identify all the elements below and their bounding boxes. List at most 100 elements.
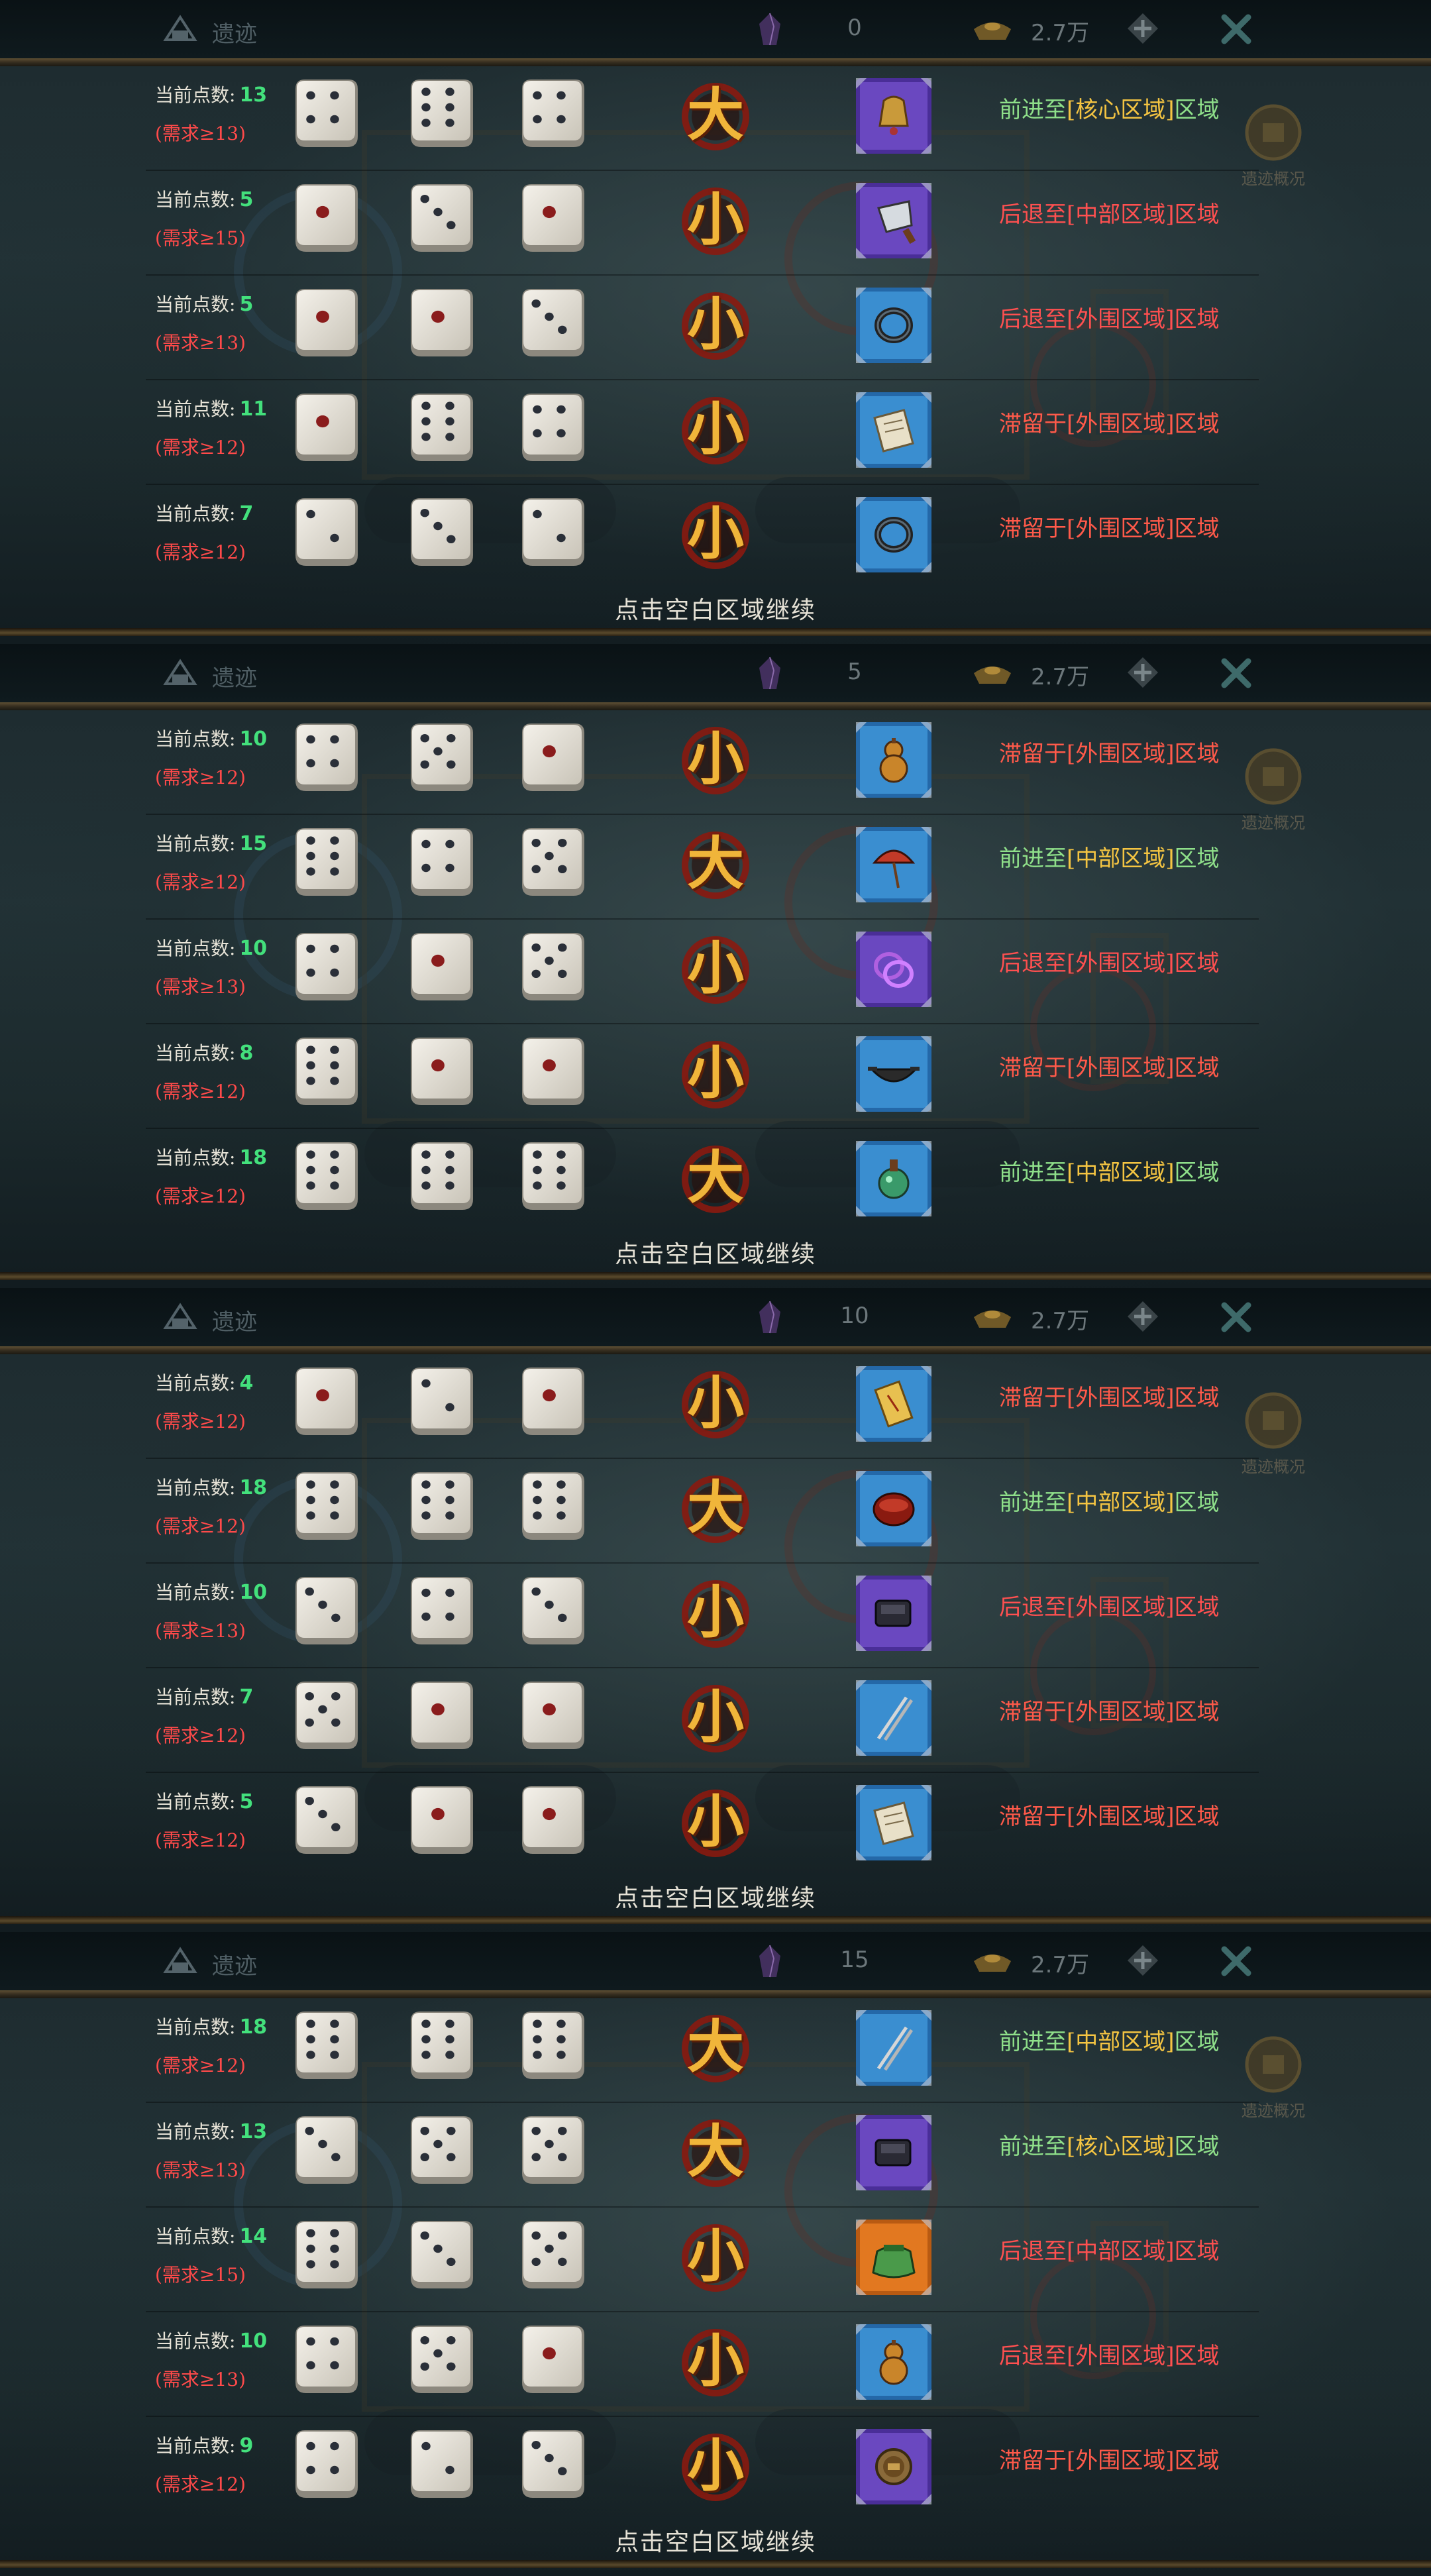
current-points-prefix: 当前点数: <box>155 84 236 106</box>
close-x-icon[interactable] <box>1216 653 1256 693</box>
outcome-suffix: 区域 <box>1174 1699 1220 1725</box>
gem-icon <box>754 655 786 692</box>
outcome-text: 滞留于[外围区域]区域 <box>999 1693 1220 1726</box>
roll-result-row: 当前点数: 10 (需求≥13) 小 后退至[外围区域]区域 <box>0 2312 1431 2417</box>
result-char-text: 大 <box>687 2118 744 2185</box>
die-1-icon <box>405 1032 478 1110</box>
outcome-verb: 前进至 <box>999 1489 1067 1516</box>
tap-to-continue-text[interactable]: 点击空白区域继续 <box>0 1879 1431 1913</box>
die-3-icon <box>405 179 478 257</box>
current-points-prefix: 当前点数: <box>155 938 236 959</box>
result-panel[interactable]: 遗迹 15 2.7万 遗迹概况 当前点数: 18 (需求≥12) 大 前进至[中… <box>0 1932 1431 2576</box>
item-coin-icon <box>855 2428 933 2506</box>
small-result-icon: 小 <box>673 282 758 367</box>
die-6-icon <box>405 2006 478 2084</box>
requirement-label: (需求≥13) <box>155 976 246 998</box>
top-bar-border <box>0 1990 1431 1998</box>
die-6-icon <box>405 74 478 152</box>
die-6-icon <box>290 2216 363 2294</box>
requirement-label: (需求≥13) <box>155 1620 246 1642</box>
die-6-icon <box>290 1467 363 1545</box>
gem-count: 10 <box>840 1303 869 1329</box>
outcome-verb: 滞留于 <box>999 2447 1067 2474</box>
result-char-text: 大 <box>687 81 744 148</box>
die-2-icon <box>405 1362 478 1440</box>
outcome-verb: 滞留于 <box>999 411 1067 437</box>
big-result-icon: 大 <box>673 73 758 158</box>
outcome-region: [外围区域] <box>1067 2343 1175 2369</box>
big-result-icon: 大 <box>673 1466 758 1550</box>
gold-ingot-icon <box>971 1945 1014 1977</box>
current-points-value: 5 <box>239 1790 254 1813</box>
tap-to-continue-text[interactable]: 点击空白区域继续 <box>0 2523 1431 2557</box>
result-char-text: 小 <box>687 2328 744 2394</box>
coin-count: 2.7万 <box>1031 664 1090 690</box>
result-panel[interactable]: 遗迹 10 2.7万 遗迹概况 当前点数: 4 (需求≥12) 小 滞留于[外围… <box>0 1288 1431 1932</box>
outcome-suffix: 区域 <box>1174 2133 1220 2160</box>
die-4-icon <box>290 718 363 796</box>
current-points-label: 当前点数: 9 <box>155 2432 253 2458</box>
die-4-icon <box>405 1572 478 1650</box>
outcome-region: [外围区域] <box>1067 306 1175 333</box>
requirement-label: (需求≥12) <box>155 1829 246 1851</box>
outcome-region: [中部区域] <box>1067 1159 1175 1186</box>
small-result-icon: 小 <box>673 1675 758 1760</box>
close-x-icon[interactable] <box>1216 1297 1256 1337</box>
current-points-prefix: 当前点数: <box>155 728 236 750</box>
outcome-suffix: 区域 <box>1174 845 1220 872</box>
small-result-icon: 小 <box>673 1031 758 1116</box>
die-1-icon <box>517 1676 590 1754</box>
current-points-prefix: 当前点数: <box>155 1147 236 1169</box>
outcome-suffix: 区域 <box>1174 411 1220 437</box>
roll-result-row: 当前点数: 15 (需求≥12) 大 前进至[中部区域]区域 <box>0 815 1431 920</box>
current-points-prefix: 当前点数: <box>155 1477 236 1499</box>
result-char-text: 大 <box>687 1144 744 1211</box>
outcome-text: 滞留于[外围区域]区域 <box>999 2442 1220 2475</box>
close-x-icon[interactable] <box>1216 1941 1256 1981</box>
outcome-verb: 前进至 <box>999 97 1067 123</box>
die-3-icon <box>517 2425 590 2503</box>
die-5-icon <box>405 2320 478 2398</box>
current-points-prefix: 当前点数: <box>155 2016 236 2038</box>
result-char-text: 小 <box>687 186 744 253</box>
outcome-verb: 滞留于 <box>999 1803 1067 1830</box>
requirement-label: (需求≥12) <box>155 871 246 893</box>
current-points-prefix: 当前点数: <box>155 1686 236 1708</box>
die-2-icon <box>517 493 590 571</box>
tap-to-continue-text[interactable]: 点击空白区域继续 <box>0 591 1431 625</box>
current-points-label: 当前点数: 13 <box>155 81 267 107</box>
current-points-label: 当前点数: 10 <box>155 1578 267 1605</box>
roll-result-row: 当前点数: 9 (需求≥12) 小 滞留于[外围区域]区域 <box>0 2417 1431 2522</box>
coin-count: 2.7万 <box>1031 1952 1090 1978</box>
result-char-text: 小 <box>687 1579 744 1646</box>
bottom-border <box>0 2560 1431 2568</box>
result-char-text: 小 <box>687 2432 744 2499</box>
add-coins-plus-icon[interactable] <box>1126 656 1159 689</box>
bottom-border <box>0 1272 1431 1280</box>
outcome-region: [外围区域] <box>1067 2447 1175 2474</box>
result-panel[interactable]: 遗迹 5 2.7万 遗迹概况 当前点数: 10 (需求≥12) 小 滞留于[外围… <box>0 644 1431 1288</box>
current-points-label: 当前点数: 7 <box>155 500 253 526</box>
result-char-text: 小 <box>687 2223 744 2290</box>
close-x-icon[interactable] <box>1216 9 1256 49</box>
item-pouch-icon <box>855 2218 933 2296</box>
current-points-value: 14 <box>239 2225 268 2248</box>
gem-icon <box>754 1943 786 1980</box>
small-result-icon: 小 <box>673 492 758 576</box>
roll-result-row: 当前点数: 14 (需求≥15) 小 后退至[中部区域]区域 <box>0 2208 1431 2312</box>
item-chopsticks-icon <box>855 1679 933 1757</box>
current-points-prefix: 当前点数: <box>155 833 236 855</box>
top-bar-border <box>0 702 1431 710</box>
add-coins-plus-icon[interactable] <box>1126 1300 1159 1333</box>
current-points-value: 18 <box>239 1476 268 1499</box>
small-result-icon: 小 <box>673 1361 758 1446</box>
current-points-prefix: 当前点数: <box>155 2330 236 2352</box>
result-panel[interactable]: 遗迹 0 2.7万 遗迹概况 当前点数: 13 (需求≥13) 大 前进至[核心… <box>0 0 1431 644</box>
outcome-verb: 后退至 <box>999 950 1067 977</box>
add-coins-plus-icon[interactable] <box>1126 1944 1159 1977</box>
current-points-label: 当前点数: 5 <box>155 290 253 317</box>
item-bracelet-icon <box>855 496 933 574</box>
add-coins-plus-icon[interactable] <box>1126 12 1159 45</box>
tap-to-continue-text[interactable]: 点击空白区域继续 <box>0 1235 1431 1269</box>
requirement-label: (需求≥13) <box>155 123 246 144</box>
